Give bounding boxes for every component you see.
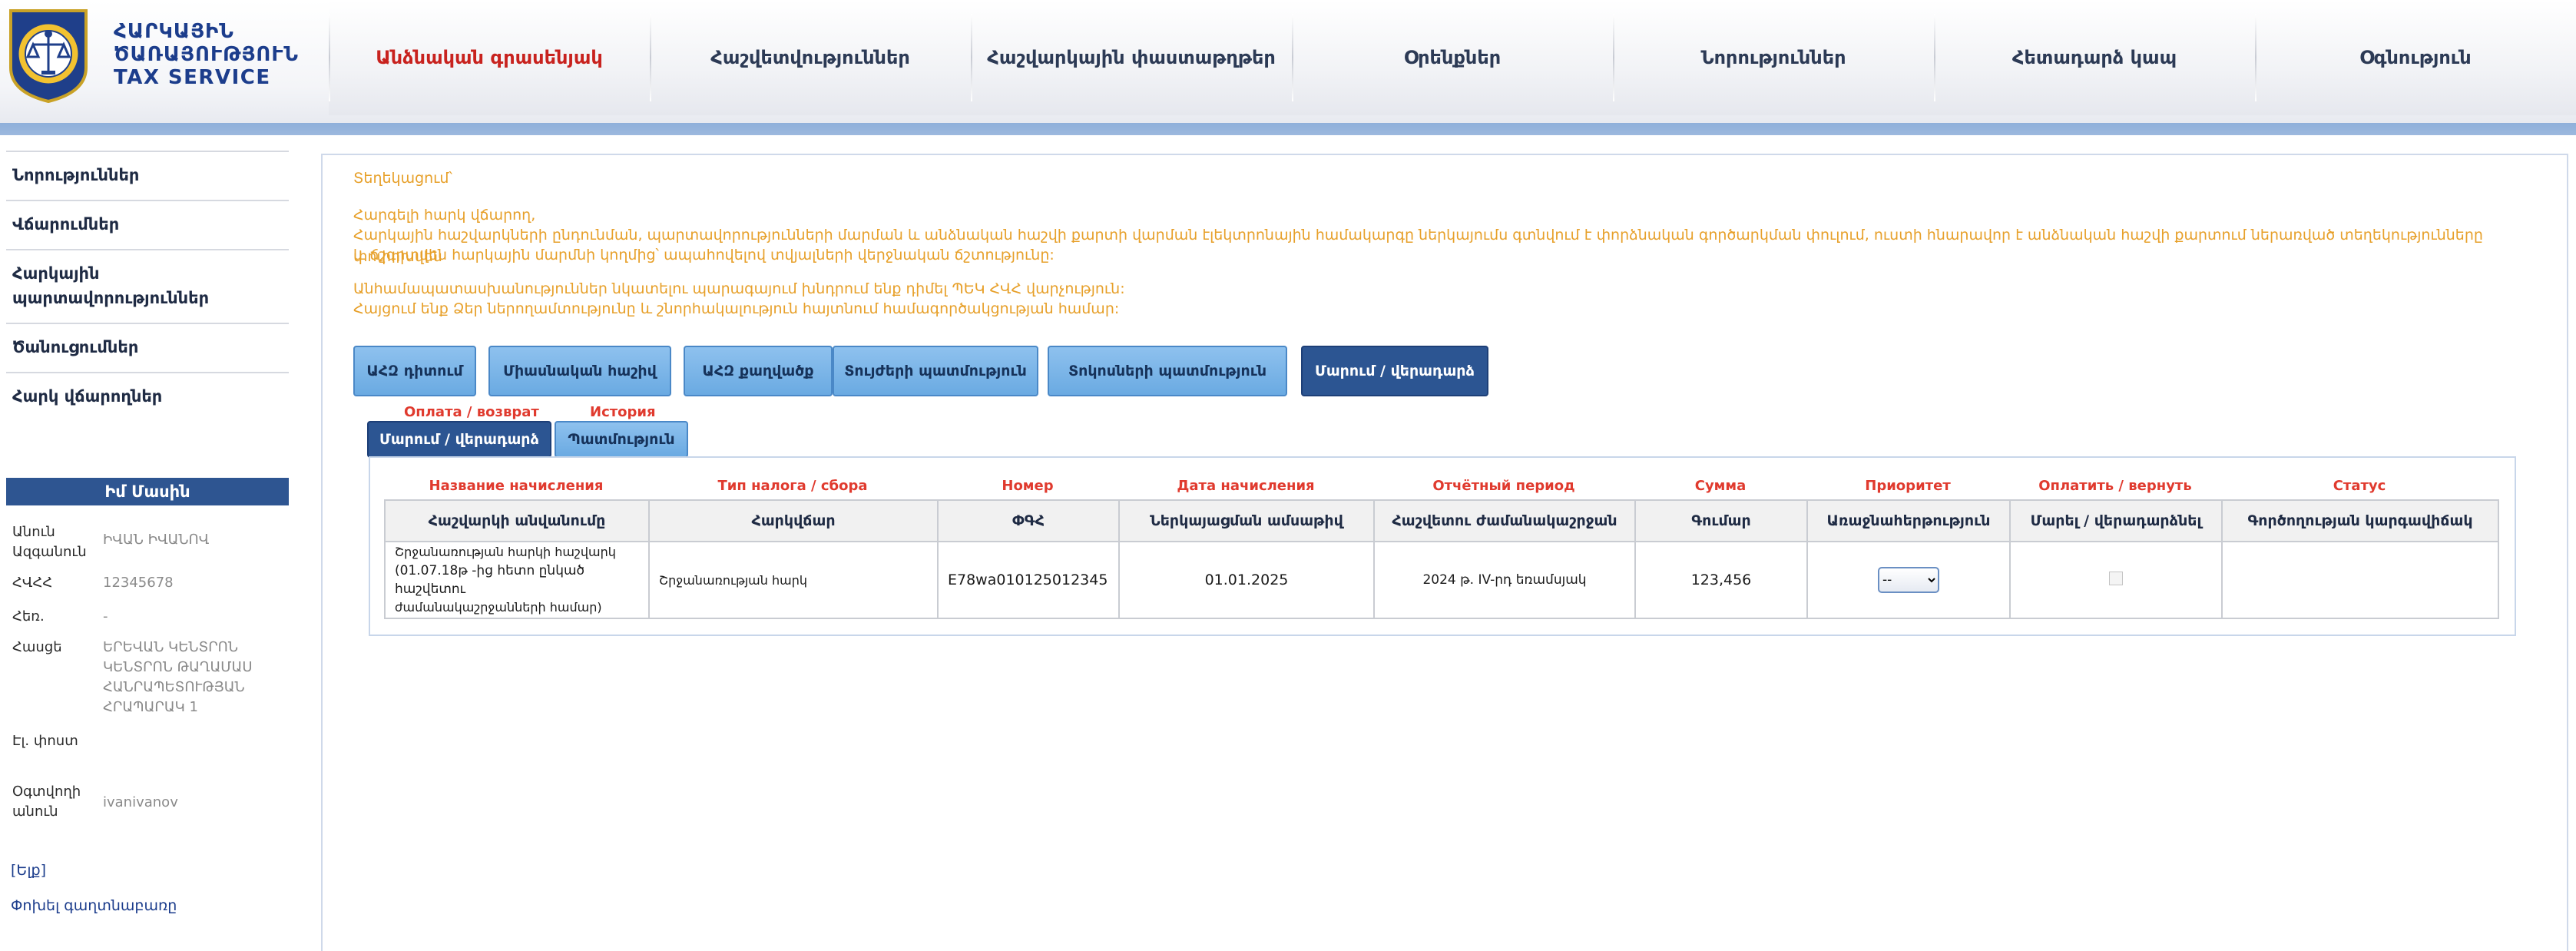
col-submission-date: Ներկայացման ամսաթիվ — [1118, 499, 1375, 542]
cell-pay-refund — [2009, 541, 2223, 619]
cell-date: 01.01.2025 — [1118, 541, 1375, 619]
col-reporting-period: Հաշվետու ժամանակաշրջան — [1373, 499, 1636, 542]
cell-name-line-2: (01.07.18թ -ից հետո ընկած հաշվետու — [395, 563, 585, 597]
payment-refund-button[interactable]: Մարում / վերադարձ — [1301, 346, 1488, 396]
ru-header-number: Номер — [1002, 478, 1054, 494]
tax-service-logo[interactable] — [6, 6, 91, 104]
pay-refund-checkbox[interactable] — [2109, 571, 2123, 585]
nav-help[interactable]: Օգնություն — [2255, 0, 2576, 115]
vat-statement-button[interactable]: ԱՀԶ քաղվածք — [684, 346, 833, 396]
ru-header-priority: Приоритет — [1865, 478, 1951, 494]
nav-reports[interactable]: Հաշվետվություններ — [650, 0, 971, 115]
ru-header-name: Название начисления — [429, 478, 604, 494]
sidebar-link-notifications[interactable]: Ծանուցումներ — [6, 323, 289, 372]
brand-line-3: TAX SERVICE — [114, 66, 271, 89]
field-name-value: ԻՎԱՆ ԻՎԱՆՈՎ — [103, 532, 210, 548]
cell-calculation-name: Շրջանառության հարկի հաշվարկ (01.07.18թ -… — [384, 541, 650, 619]
subtab-payment-refund[interactable]: Մարում / վերադարձ — [367, 421, 551, 458]
notice-line-3: Անհամապատասխանություններ նկատելու պարագա… — [353, 280, 1125, 297]
cell-status — [2221, 541, 2499, 619]
field-address-value: ԵՐԵՎԱՆ ԿԵՆՏՐՈՆ ԿԵՆՏՐՈՆ ԹԱՂԱՄԱՍ ՀԱՆՐԱՊԵՏՈ… — [103, 639, 253, 715]
field-phone-value: - — [103, 608, 108, 625]
cell-period: 2024 թ. IV-րդ եռամսյակ — [1373, 541, 1636, 619]
priority-select[interactable]: -- — [1878, 567, 1939, 593]
table-row[interactable]: Շրջանառության հարկի հաշվարկ (01.07.18թ -… — [384, 541, 2499, 619]
header-divider — [0, 123, 2576, 135]
subtab-caption-history: История — [590, 404, 656, 420]
cell-priority: -- — [1806, 541, 2011, 619]
subtab-history[interactable]: Պատմություն — [555, 421, 688, 458]
col-calculation-name: Հաշվարկի անվանումը — [384, 499, 650, 542]
field-username-value: ivanivanov — [103, 794, 178, 810]
field-address-label: Հասցե — [12, 639, 62, 655]
subtab-caption-payment: Оплата / возврат — [404, 404, 539, 420]
col-tax-type: Հարկվճար — [648, 499, 939, 542]
nav-laws[interactable]: Օրենքներ — [1292, 0, 1613, 115]
nav-feedback[interactable]: Հետադարձ կապ — [1934, 0, 2255, 115]
ru-header-status: Статус — [2333, 478, 2386, 494]
sidebar-link-payments[interactable]: Վճարումներ — [6, 200, 289, 249]
field-name-label: Անուն Ազգանուն — [12, 524, 87, 560]
col-pay-refund: Մարել / վերադարձնել — [2009, 499, 2223, 542]
ru-header-date: Дата начисления — [1177, 478, 1315, 494]
ru-header-pay-refund: Оплатить / вернуть — [2038, 478, 2192, 494]
interest-history-button[interactable]: Տոկոսների պատմություն — [1048, 346, 1287, 396]
change-password-link[interactable]: Փոխել գաղտնաբառը — [11, 897, 177, 914]
cell-amount: 123,456 — [1634, 541, 1808, 619]
table-header-row: Հաշվարկի անվանումը Հարկվճար ՓԳՀ Ներկայաց… — [384, 499, 2499, 542]
sidebar-link-news[interactable]: Նորություններ — [6, 151, 289, 200]
field-username-label: Օգտվողի անուն — [12, 784, 81, 820]
field-tin-label: ՀՎՀՀ — [12, 575, 53, 591]
field-phone-label: Հեռ. — [12, 608, 45, 625]
cell-tax-type: Շրջանառության հարկ — [648, 541, 939, 619]
cell-name-line-3: ժամանակաշրջանների համար) — [395, 600, 602, 615]
penalty-history-button[interactable]: Տույժերի պատմություն — [833, 346, 1038, 396]
unified-account-button[interactable]: Միասնական հաշիվ — [488, 346, 671, 396]
sidebar-link-tax-obligations[interactable]: Հարկային պարտավորություններ — [6, 249, 289, 323]
about-me-header: Իմ Մասին — [6, 478, 289, 505]
notice-line-2: և ճշգրտվեն հարկային մարմնի կողմից՝ ապահո… — [353, 247, 1055, 263]
brand-line-1: ՀԱՐԿԱՅԻՆ — [114, 20, 234, 43]
field-email-label: Էլ. փոստ — [12, 733, 78, 749]
main-nav: Անձնական գրասենյակ Հաշվետվություններ Հաշ… — [329, 0, 2576, 115]
brand-line-2: ԾԱՌԱՅՈՒԹՅՈՒՆ — [114, 43, 299, 66]
notice-title: Տեղեկացում՝ — [353, 170, 452, 187]
nav-settlement-documents[interactable]: Հաշվարկային փաստաթղթեր — [971, 0, 1292, 115]
obligations-table: Հաշվարկի անվանումը Հարկվճար ՓԳՀ Ներկայաց… — [384, 499, 2499, 619]
cell-number: E78wa010125012345 — [937, 541, 1120, 619]
brand-text: ՀԱՐԿԱՅԻՆ ԾԱՌԱՅՈՒԹՅՈՒՆ TAX SERVICE — [114, 20, 299, 89]
ru-header-tax-type: Тип налога / сбора — [717, 478, 868, 494]
notice-greeting: Հարգելի հարկ վճարող, — [353, 207, 536, 224]
col-priority: Առաջնահերթություն — [1806, 499, 2011, 542]
field-tin-value: 12345678 — [103, 575, 174, 591]
nav-personal-office[interactable]: Անձնական գրասենյակ — [329, 0, 650, 115]
cell-name-line-1: Շրջանառության հարկի հաշվարկ — [395, 545, 616, 559]
notice-line-4: Հայցում ենք Ձեր ներողամտությունը և շնորհ… — [353, 300, 1120, 317]
nav-news[interactable]: Նորություններ — [1613, 0, 1934, 115]
logout-link[interactable]: [Ելք] — [11, 862, 46, 879]
sidebar-link-taxpayers[interactable]: Հարկ վճարողներ — [6, 372, 289, 421]
ru-header-period: Отчётный период — [1432, 478, 1575, 494]
col-status: Գործողության կարգավիճակ — [2221, 499, 2499, 542]
sidebar: Նորություններ Վճարումներ Հարկային պարտավ… — [6, 151, 289, 421]
col-number: ՓԳՀ — [937, 499, 1120, 542]
vat-view-button[interactable]: ԱՀԶ դիտում — [353, 346, 476, 396]
header: ՀԱՐԿԱՅԻՆ ԾԱՌԱՅՈՒԹՅՈՒՆ TAX SERVICE Անձնակ… — [0, 0, 2576, 123]
col-amount: Գումար — [1634, 499, 1808, 542]
ru-header-amount: Сумма — [1694, 478, 1747, 494]
